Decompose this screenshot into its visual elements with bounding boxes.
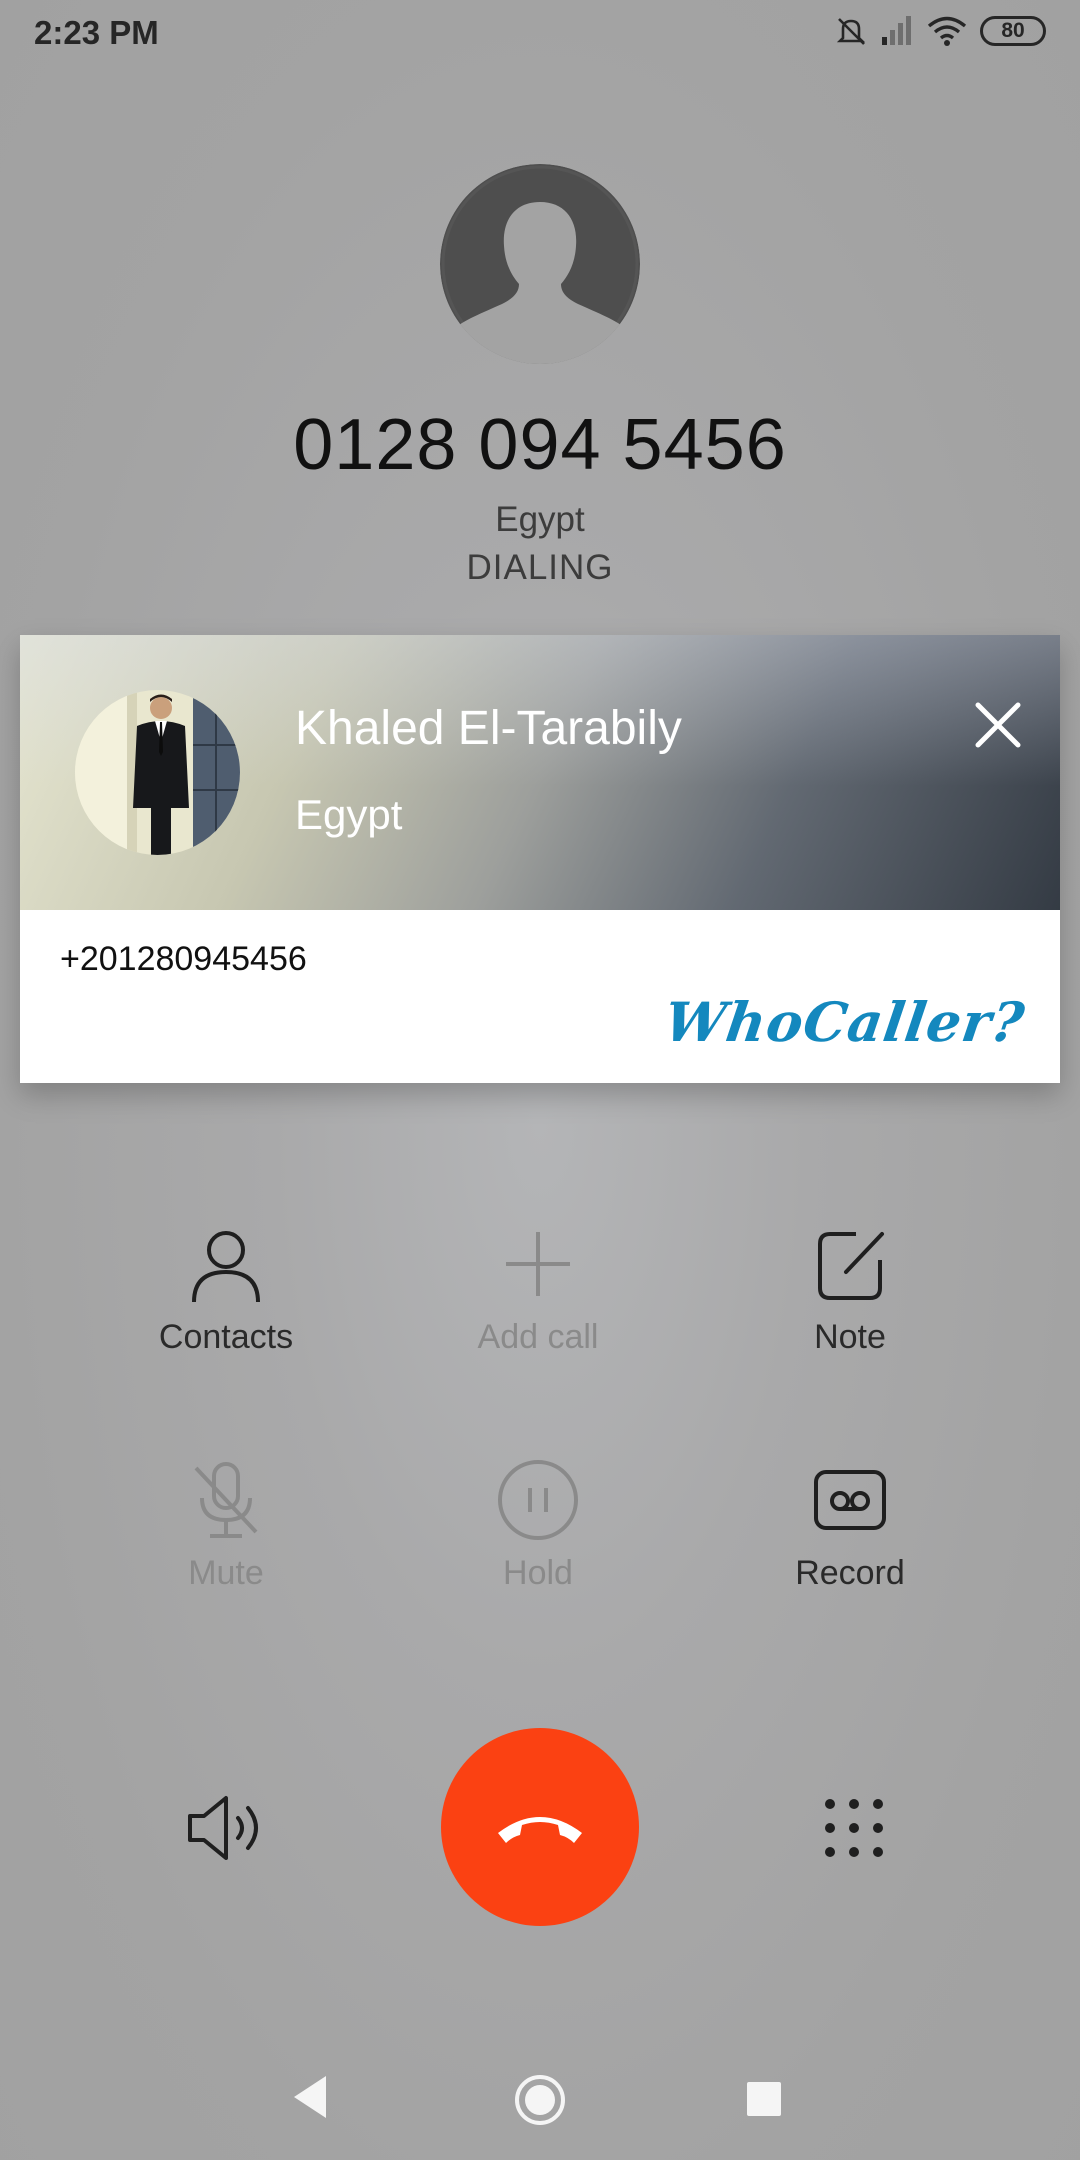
call-state: DIALING [466, 548, 614, 587]
status-icons: 80 [834, 14, 1046, 48]
close-icon[interactable] [970, 697, 1026, 753]
nav-back-icon[interactable] [290, 2072, 330, 2122]
hold-label: Hold [503, 1554, 573, 1592]
plus-icon [496, 1222, 580, 1306]
add-call-button[interactable]: Add call [378, 1222, 698, 1357]
note-edit-icon [808, 1222, 892, 1306]
mute-button[interactable]: Mute [66, 1458, 386, 1593]
mic-off-icon [184, 1458, 268, 1542]
caller-id-card[interactable]: Khaled El-Tarabily Egypt +201280945456 W… [20, 635, 1060, 1083]
caller-card-body: +201280945456 WhoCaller? [20, 910, 1060, 1083]
whocaller-logo: WhoCaller? [660, 990, 1029, 1054]
dialed-number: 0128 094 5456 [293, 405, 787, 485]
pause-icon [496, 1458, 580, 1542]
end-call-button[interactable] [441, 1728, 639, 1926]
battery-icon: 80 [980, 16, 1046, 46]
caller-name: Khaled El-Tarabily [295, 702, 682, 755]
contacts-label: Contacts [158, 1318, 294, 1356]
mute-label: Mute [188, 1554, 264, 1592]
signal-icon [882, 16, 911, 45]
add-call-label: Add call [477, 1318, 599, 1356]
wifi-icon [927, 16, 967, 46]
nav-home-icon[interactable] [513, 2073, 567, 2127]
record-tape-icon [808, 1458, 892, 1542]
nav-recents-icon[interactable] [747, 2082, 781, 2116]
record-label: Record [795, 1554, 905, 1592]
dialpad-icon[interactable] [812, 1786, 896, 1870]
caller-phone-number: +201280945456 [60, 940, 307, 978]
caller-avatar [440, 164, 640, 364]
caller-country: Egypt [295, 791, 403, 838]
hold-button[interactable]: Hold [378, 1458, 698, 1593]
note-button[interactable]: Note [690, 1222, 1010, 1357]
person-avatar-icon [440, 164, 640, 364]
hang-up-icon [498, 1817, 582, 1843]
speaker-icon[interactable] [184, 1786, 268, 1870]
contacts-button[interactable]: Contacts [66, 1222, 386, 1357]
record-button[interactable]: Record [690, 1458, 1010, 1593]
person-icon [184, 1222, 268, 1306]
status-time: 2:23 PM [34, 14, 159, 51]
battery-level: 80 [1001, 19, 1025, 42]
note-label: Note [814, 1318, 886, 1356]
caller-photo [75, 690, 240, 855]
call-location: Egypt [495, 500, 585, 539]
mute-icon [836, 18, 866, 45]
